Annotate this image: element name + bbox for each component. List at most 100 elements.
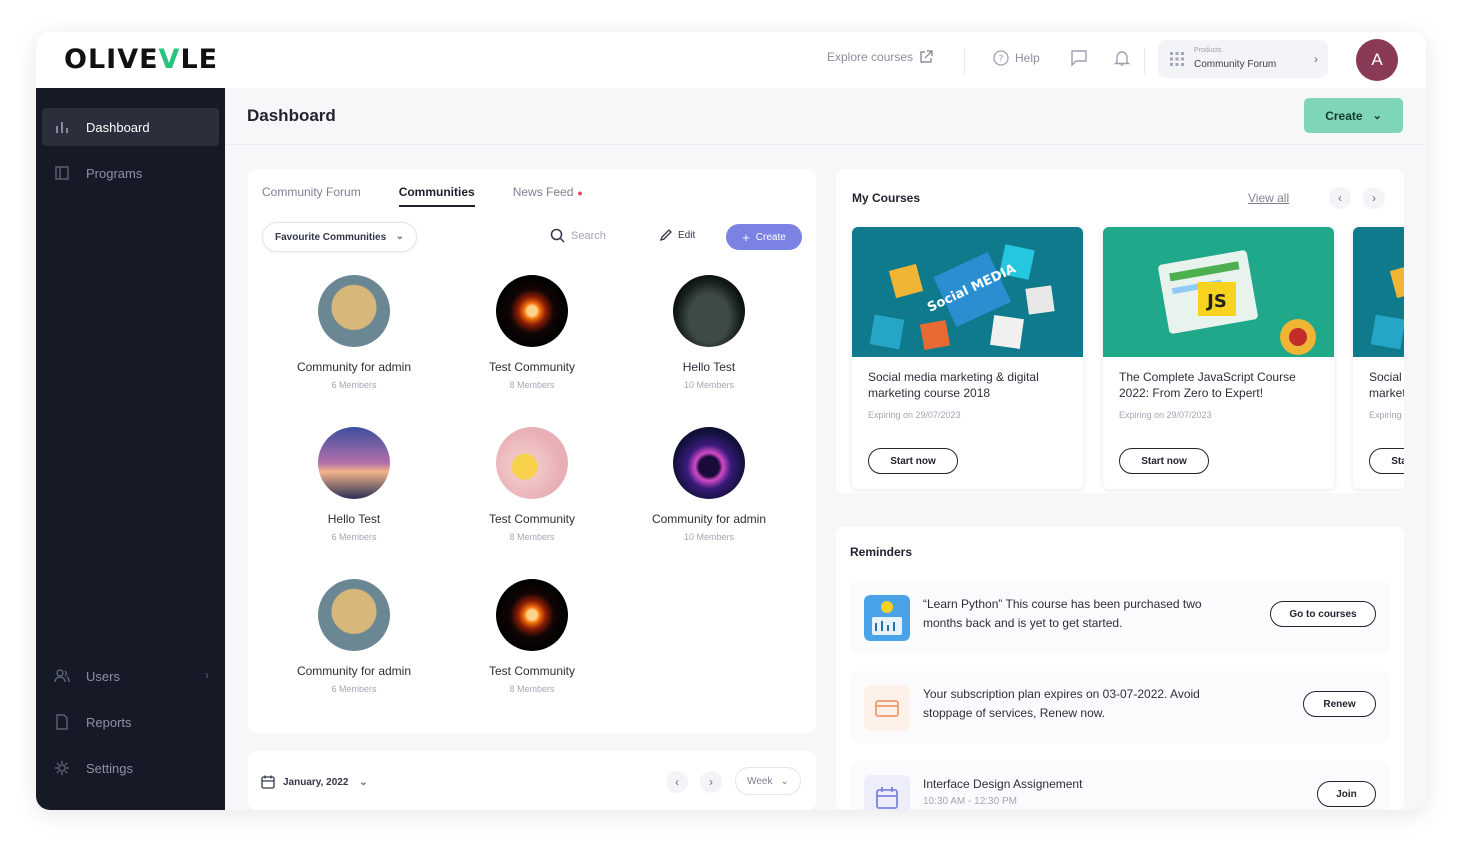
reminder-item: Interface Design Assignement 10:30 AM - … xyxy=(850,761,1390,810)
view-selector[interactable]: Week ⌄ xyxy=(735,767,801,795)
sidebar-item-dashboard[interactable]: Dashboard xyxy=(42,108,219,146)
explore-courses-label: Explore courses xyxy=(827,50,914,64)
help-icon: ? xyxy=(993,50,1009,66)
courses-next-button[interactable]: › xyxy=(1363,187,1385,209)
chevron-down-icon: ⌄ xyxy=(359,777,368,788)
course-thumbnail: JS xyxy=(1103,227,1334,357)
course-title: Social media marketing & digital marketi… xyxy=(868,370,1039,400)
my-courses-panel: My Courses View all ‹ › Social MEDIA Soc… xyxy=(836,169,1404,493)
user-avatar[interactable]: A xyxy=(1356,39,1398,81)
sidebar-item-label: Reports xyxy=(86,714,132,730)
help-button[interactable]: ? Help xyxy=(993,50,1040,66)
users-icon xyxy=(54,669,70,683)
community-card[interactable]: Hello Test 6 Members xyxy=(269,427,439,542)
community-card[interactable]: Test Community 8 Members xyxy=(447,427,617,542)
start-now-button[interactable]: Start now xyxy=(868,448,958,474)
reminder-item: Your subscription plan expires on 03-07-… xyxy=(850,671,1390,743)
view-label: Week xyxy=(747,775,773,787)
course-thumbnail xyxy=(1353,227,1404,357)
community-search[interactable]: Search xyxy=(550,228,606,243)
course-card[interactable]: Social media marketing & digital marketi… xyxy=(1353,227,1404,489)
search-placeholder: Search xyxy=(571,229,606,242)
tab-news-feed[interactable]: News Feed ● xyxy=(513,185,583,207)
community-avatar xyxy=(496,275,568,347)
thumbnail-text: JS xyxy=(1205,291,1227,312)
create-label: Create xyxy=(755,231,786,243)
month-selector[interactable]: January, 2022 ⌄ xyxy=(283,777,368,788)
community-members: 6 Members xyxy=(331,532,377,542)
chevron-right-icon: › xyxy=(1314,52,1318,66)
products-caption: Products xyxy=(1194,47,1222,54)
reminder-text: “Learn Python” This course has been purc… xyxy=(923,597,1202,630)
reminders-title: Reminders xyxy=(850,545,913,559)
bar-chart-icon xyxy=(56,122,68,133)
divider xyxy=(1144,48,1145,74)
community-name: Community for admin xyxy=(651,512,767,526)
courses-prev-button[interactable]: ‹ xyxy=(1329,187,1351,209)
edit-label: Edit xyxy=(678,229,696,241)
bell-icon[interactable] xyxy=(1113,49,1133,69)
chevron-down-icon: ⌄ xyxy=(780,775,789,787)
start-now-button[interactable]: Start now xyxy=(1369,448,1404,474)
community-members: 8 Members xyxy=(509,532,555,542)
help-label: Help xyxy=(1015,51,1040,65)
external-link-icon xyxy=(920,50,933,63)
page-title: Dashboard xyxy=(247,106,336,125)
course-card[interactable]: Social MEDIA Social media marketing & di… xyxy=(852,227,1083,489)
app-window: OLIVEVLE Explore courses ? Help Products… xyxy=(36,32,1426,810)
community-card[interactable]: Hello Test 10 Members xyxy=(624,275,794,390)
my-courses-title: My Courses xyxy=(852,191,921,205)
create-button[interactable]: Create ⌄ xyxy=(1304,98,1403,133)
community-card[interactable]: Test Community 8 Members xyxy=(447,579,617,694)
community-card[interactable]: Community for admin 6 Members xyxy=(269,275,439,390)
grid-icon xyxy=(1170,52,1184,66)
view-all-link[interactable]: View all xyxy=(1248,191,1289,205)
community-members: 10 Members xyxy=(683,532,735,542)
community-name: Community for admin xyxy=(296,360,412,374)
explore-courses-link[interactable]: Explore courses xyxy=(827,50,933,64)
brand-logo[interactable]: OLIVEVLE xyxy=(64,44,218,75)
reminder-text: Interface Design Assignement xyxy=(923,777,1083,791)
credit-card-icon xyxy=(864,685,910,731)
chevron-right-icon: › xyxy=(205,668,209,682)
start-now-button[interactable]: Start now xyxy=(1119,448,1209,474)
go-to-courses-button[interactable]: Go to courses xyxy=(1270,601,1376,627)
renew-button[interactable]: Renew xyxy=(1303,691,1376,717)
course-title: Social media marketing & digital marketi… xyxy=(1369,370,1404,400)
sidebar-item-users[interactable]: Users › xyxy=(42,657,219,695)
community-name: Community for admin xyxy=(296,664,412,678)
svg-text:?: ? xyxy=(999,55,1004,65)
python-course-icon xyxy=(864,595,910,641)
calendar-prev-button[interactable]: ‹ xyxy=(666,771,688,793)
calendar-next-button[interactable]: › xyxy=(700,771,722,793)
notification-dot: ● xyxy=(577,188,583,198)
community-name: Test Community xyxy=(488,360,576,374)
sidebar-item-reports[interactable]: Reports xyxy=(42,703,219,741)
community-members: 8 Members xyxy=(509,684,555,694)
tab-community-forum[interactable]: Community Forum xyxy=(262,185,361,207)
sidebar-item-programs[interactable]: Programs xyxy=(42,154,219,192)
create-community-button[interactable]: + Create xyxy=(726,224,802,250)
chevron-down-icon: ⌄ xyxy=(1372,110,1382,122)
community-members: 8 Members xyxy=(509,380,555,390)
chevron-left-icon: ‹ xyxy=(675,775,679,789)
course-card[interactable]: JS The Complete JavaScript Course 2022: … xyxy=(1103,227,1334,489)
community-card[interactable]: Community for admin 6 Members xyxy=(269,579,439,694)
sidebar-item-settings[interactable]: Settings xyxy=(42,749,219,787)
community-card[interactable]: Test Community 8 Members xyxy=(447,275,617,390)
chat-icon[interactable] xyxy=(1070,49,1090,69)
search-icon xyxy=(550,228,565,243)
community-card[interactable]: Community for admin 10 Members xyxy=(624,427,794,542)
edit-button[interactable]: Edit xyxy=(659,228,695,242)
sidebar-item-label: Programs xyxy=(86,165,143,181)
chevron-right-icon: › xyxy=(709,775,713,789)
products-switcher[interactable]: Products Community Forum › xyxy=(1158,40,1328,78)
favourite-communities-dropdown[interactable]: Favourite Communities ⌄ xyxy=(262,222,417,252)
reminders-panel: Reminders “Learn Python” This course has… xyxy=(836,527,1404,810)
sidebar: Dashboard Programs Users › Reports Setti… xyxy=(36,88,225,810)
course-expiry: Expiring on 29/07/2023 xyxy=(868,410,961,420)
join-button[interactable]: Join xyxy=(1317,781,1376,807)
tab-communities[interactable]: Communities xyxy=(398,185,475,207)
sidebar-item-label: Users xyxy=(86,668,120,684)
chevron-down-icon: ⌄ xyxy=(395,231,404,242)
